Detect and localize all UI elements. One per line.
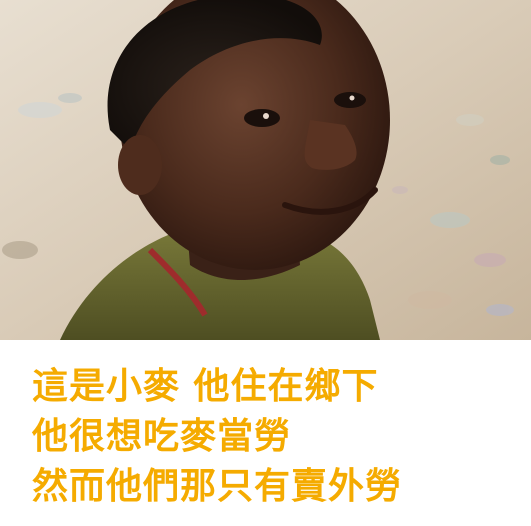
caption-line-2: 他很想吃麥當勞 xyxy=(32,416,292,457)
caption-line-3: 然而他們那只有賣外勞 xyxy=(32,466,403,507)
caption-line-1: 這是小麥 他住在鄉下 xyxy=(32,366,379,407)
portrait-photo xyxy=(0,0,531,340)
caption-text-block: 這是小麥 他住在鄉下 他很想吃麥當勞 然而他們那只有賣外勞 xyxy=(32,362,512,512)
